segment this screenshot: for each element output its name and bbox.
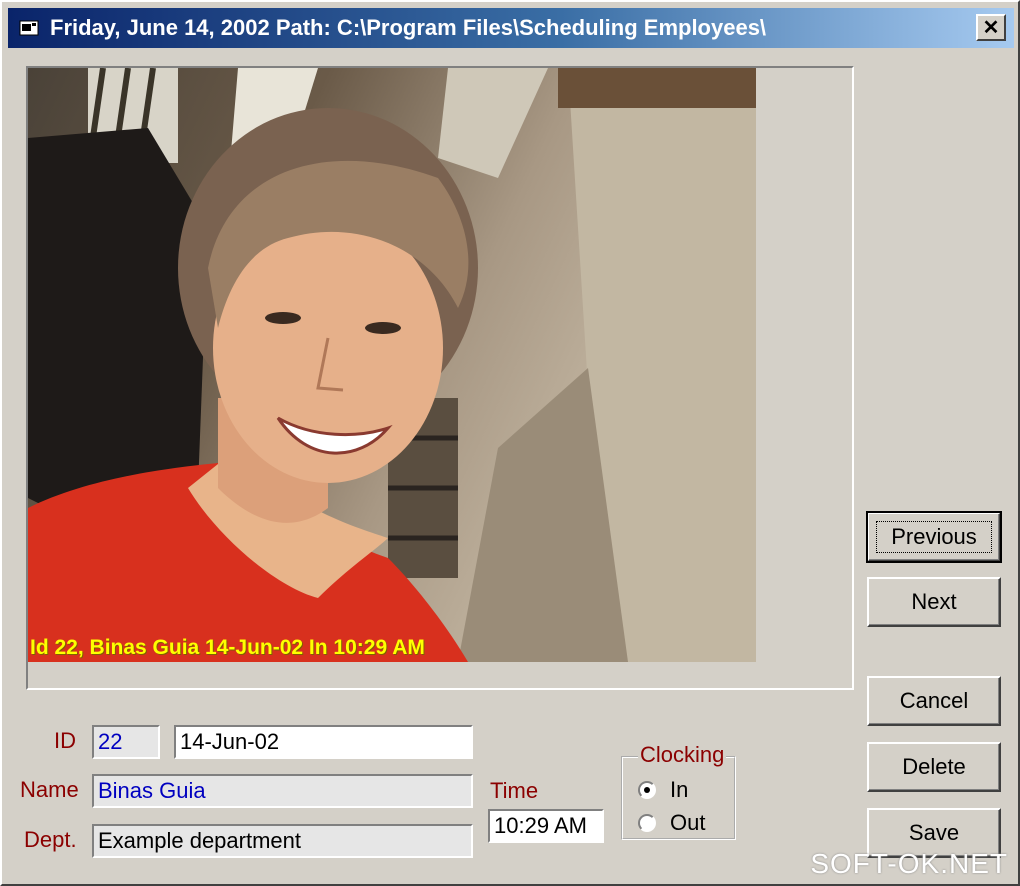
photo-frame: Id 22, Binas Guia 14-Jun-02 In 10:29 AM xyxy=(26,66,854,690)
save-button-label: Save xyxy=(908,820,960,845)
cancel-button-label: Cancel xyxy=(899,688,969,713)
next-button-label: Next xyxy=(911,589,957,614)
id-label: ID xyxy=(54,728,76,753)
app-icon xyxy=(18,18,40,38)
cancel-button[interactable]: Cancel xyxy=(867,676,1001,726)
next-button[interactable]: Next xyxy=(867,577,1001,627)
time-field[interactable]: 10:29 AM xyxy=(488,809,604,843)
dept-field[interactable]: Example department xyxy=(92,824,473,858)
delete-button[interactable]: Delete xyxy=(867,742,1001,792)
clocking-in-option[interactable]: In xyxy=(638,777,688,803)
name-field[interactable]: Binas Guia xyxy=(92,774,473,808)
previous-button-label: Previous xyxy=(876,521,992,553)
delete-button-label: Delete xyxy=(902,754,966,779)
id-field[interactable]: 22 xyxy=(92,725,160,759)
previous-button[interactable]: Previous xyxy=(866,511,1002,563)
watermark: SOFT-OK.NET xyxy=(810,848,1008,879)
close-button[interactable]: ✕ xyxy=(976,14,1006,41)
window-title: Friday, June 14, 2002 Path: C:\Program F… xyxy=(50,15,767,40)
app-window: Friday, June 14, 2002 Path: C:\Program F… xyxy=(0,0,1020,886)
photo-caption: Id 22, Binas Guia 14-Jun-02 In 10:29 AM xyxy=(30,636,425,659)
employee-photo: Id 22, Binas Guia 14-Jun-02 In 10:29 AM xyxy=(28,68,756,662)
clocking-out-label: Out xyxy=(670,810,706,835)
title-bar[interactable]: Friday, June 14, 2002 Path: C:\Program F… xyxy=(8,8,1014,48)
clocking-out-option[interactable]: Out xyxy=(638,810,705,836)
dept-label: Dept. xyxy=(24,827,77,852)
close-icon: ✕ xyxy=(982,17,1000,39)
radio-in-icon[interactable] xyxy=(638,781,656,799)
clocking-title: Clocking xyxy=(638,742,727,768)
name-label: Name xyxy=(20,777,79,802)
radio-out-icon[interactable] xyxy=(638,814,656,832)
time-label: Time xyxy=(490,778,539,803)
date-field[interactable]: 14-Jun-02 xyxy=(174,725,473,759)
clocking-in-label: In xyxy=(670,777,689,802)
